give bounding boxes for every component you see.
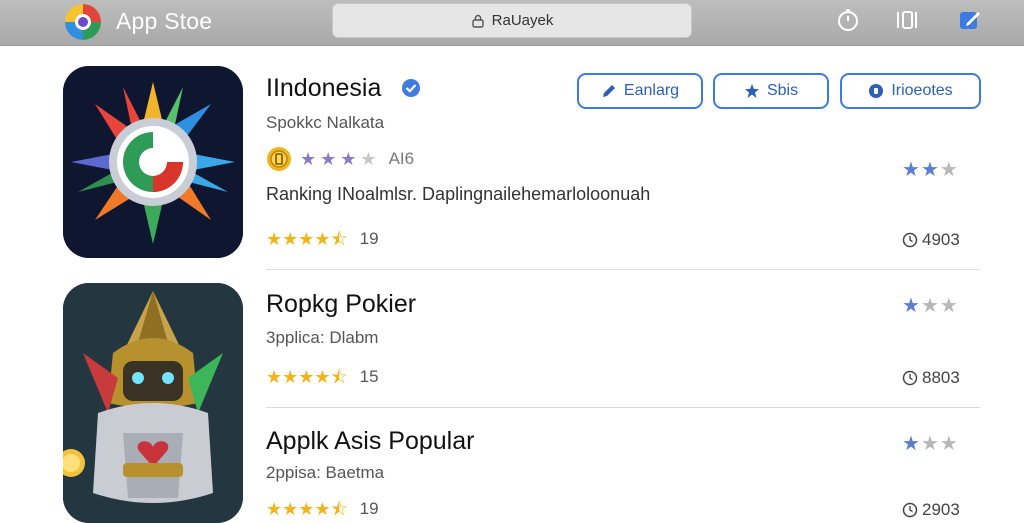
half-star-icon: ⯪ [330, 367, 348, 387]
star-icon: ★ [266, 499, 283, 519]
time-readout: 2903 [902, 500, 960, 520]
star-icon[interactable]: ★ [902, 296, 920, 316]
star-icon: ★ [360, 149, 377, 169]
app-name[interactable]: IIndonesia [266, 74, 381, 103]
rating-row: ★ ★ ★ ★ ⯪ 19 [266, 229, 379, 249]
star-icon: ★ [298, 229, 315, 249]
rating-count: 19 [359, 229, 379, 248]
info-icon [869, 84, 884, 98]
app-icon-ropkg-pokier[interactable] [63, 283, 243, 523]
user-rating-stars[interactable]: ★ ★ ★ [902, 160, 958, 180]
star-icon[interactable]: ★ [940, 160, 958, 180]
app-subtitle: Spokkc Nalkata [266, 113, 385, 132]
half-star-icon: ⯪ [330, 229, 348, 249]
app-title: App Stoe [116, 8, 213, 34]
clock-icon [902, 370, 918, 386]
star-icon: ★ [298, 367, 315, 387]
coin-icon [267, 147, 291, 171]
half-star-icon: ⯪ [330, 499, 348, 519]
compose-icon[interactable] [957, 7, 983, 33]
rating-stars: ★ ★ ★ ★ ⯪ [266, 368, 348, 386]
star-icon: ★ [314, 499, 331, 519]
mini-rating: ★ ★ ★ ★ AI6 [300, 149, 414, 169]
time-value: 4903 [922, 230, 960, 249]
rating-count: 15 [359, 367, 379, 386]
star-icon: ★ [266, 367, 283, 387]
verified-badge-icon [402, 79, 420, 97]
star-icon[interactable]: ★ [921, 434, 939, 454]
time-value: 2903 [922, 500, 960, 519]
timer-icon[interactable] [835, 7, 861, 33]
app-name[interactable]: Ropkg Pokier [266, 290, 416, 319]
rating-stars: ★ ★ ★ ★ ⯪ [266, 230, 348, 248]
star-icon: ★ [314, 229, 331, 249]
lock-icon [471, 14, 484, 28]
star-icon[interactable]: ★ [940, 296, 958, 316]
stars-button-label: Sbis [766, 82, 799, 99]
divider [266, 407, 980, 408]
star-icon: ★ [314, 367, 331, 387]
star-icon[interactable]: ★ [921, 160, 939, 180]
top-bar: App Stoe RaUayek [0, 0, 1024, 46]
user-rating-stars[interactable]: ★ ★ ★ [902, 296, 958, 316]
rating-stars: ★ ★ ★ ★ ⯪ [266, 500, 348, 518]
app-name[interactable]: Applk Asis Popular [266, 427, 474, 456]
rating-row: ★ ★ ★ ★ ⯪ 15 [266, 367, 379, 387]
edit-button[interactable]: Eanlarg [577, 73, 703, 109]
star-icon: ★ [282, 499, 299, 519]
armored-knight-icon [63, 283, 243, 523]
time-readout: 4903 [902, 230, 960, 250]
divider [266, 269, 980, 270]
star-icon: ★ [340, 149, 357, 169]
clock-icon [902, 502, 918, 518]
user-rating-stars[interactable]: ★ ★ ★ [902, 434, 958, 454]
app-icon-indonesia[interactable] [63, 66, 243, 258]
sidebar-toggle-icon[interactable] [894, 7, 920, 33]
address-bar[interactable]: RaUayek [332, 3, 692, 38]
address-text: RaUayek [491, 12, 554, 29]
star-icon[interactable]: ★ [940, 434, 958, 454]
info-button[interactable]: Irioeotes [840, 73, 981, 109]
pencil-icon [602, 85, 615, 97]
star-icon: ★ [266, 229, 283, 249]
colorful-burst-icon [63, 66, 243, 258]
clock-icon [902, 232, 918, 248]
app-subtitle: 3pplica: Dlabm [266, 328, 379, 347]
stars-button[interactable]: Sbis [713, 73, 829, 109]
info-button-label: Irioeotes [891, 82, 953, 99]
star-icon[interactable]: ★ [902, 160, 920, 180]
mini-rating-label: AI6 [388, 149, 415, 168]
star-badge-icon [744, 84, 759, 98]
star-icon[interactable]: ★ [902, 434, 920, 454]
app-description: Ranking INoalmlsr. Daplingnailehemarlolo… [266, 184, 651, 204]
star-icon: ★ [282, 367, 299, 387]
edit-button-label: Eanlarg [623, 82, 680, 99]
star-icon: ★ [298, 499, 315, 519]
rating-row: ★ ★ ★ ★ ⯪ 19 [266, 499, 379, 519]
star-icon: ★ [320, 149, 337, 169]
time-readout: 8803 [902, 368, 960, 388]
star-icon[interactable]: ★ [921, 296, 939, 316]
time-value: 8803 [922, 368, 960, 387]
star-icon: ★ [300, 149, 317, 169]
app-subtitle: 2ppisa: Baetma [266, 463, 385, 482]
rating-count: 19 [359, 499, 379, 518]
star-icon: ★ [282, 229, 299, 249]
app-store-logo-icon[interactable] [63, 2, 103, 42]
